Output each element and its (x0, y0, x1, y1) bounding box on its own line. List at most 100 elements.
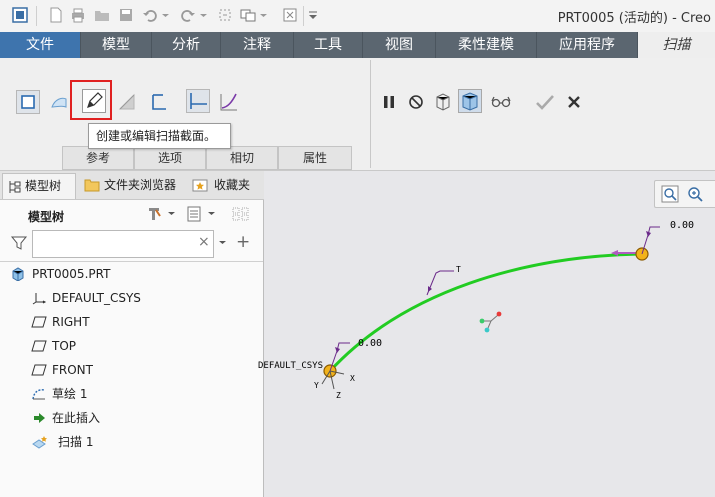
constant-section-icon (190, 93, 207, 109)
columns-icon[interactable] (232, 206, 250, 222)
show-options-icon[interactable] (186, 206, 202, 222)
tab-analysis[interactable]: 分析 (152, 32, 221, 58)
insert-here-arrow-icon (34, 413, 45, 423)
tree-row-insert-here[interactable]: 在此插入 (0, 406, 263, 430)
variable-section-icon[interactable] (218, 91, 240, 113)
customize-toolbar-icon[interactable] (308, 7, 318, 23)
open-folder-icon[interactable] (94, 7, 110, 23)
tab-view[interactable]: 视图 (363, 32, 436, 58)
feature-preview-button[interactable] (458, 89, 482, 113)
cancel-x-icon[interactable] (563, 91, 585, 113)
part-icon (12, 267, 24, 281)
refit-icon[interactable] (661, 185, 679, 203)
model-tree-header: 模型树 (28, 210, 65, 224)
sweep-feature-icon (32, 436, 47, 449)
tab-file[interactable]: 文件 (0, 32, 81, 58)
windows-icon[interactable] (240, 7, 256, 23)
tree-row-part[interactable]: PRT0005.PRT (0, 262, 263, 286)
tab-model-tree[interactable]: 模型树 (2, 173, 76, 199)
view-toolbar (654, 180, 715, 208)
clear-filter-icon[interactable]: × (198, 234, 210, 250)
datum-plane-icon (31, 364, 47, 376)
separator (36, 6, 37, 26)
undo-dropdown-icon[interactable] (161, 7, 170, 23)
app-window-icon[interactable] (12, 7, 28, 23)
tab-sweep[interactable]: 扫描 (638, 32, 715, 58)
model-view (321, 226, 660, 390)
print-icon[interactable] (70, 7, 86, 23)
tree-row-sweep[interactable]: 扫描 1 (0, 430, 263, 454)
group-properties[interactable]: 属性 (278, 146, 352, 170)
windows-dropdown-icon[interactable] (259, 7, 268, 23)
tab-tools[interactable]: 工具 (294, 32, 363, 58)
tree-row-label: RIGHT (52, 315, 90, 329)
tab-favorites-label: 收藏夹 (214, 178, 251, 192)
sweep-trajectory[interactable] (328, 252, 643, 373)
tree-row-sketch[interactable]: 草绘 1 (0, 382, 263, 406)
model-tree-panel: 模型树 × + PRT0005.PRT DEFAULT_CSYS RIGHT T… (0, 200, 264, 497)
feature-preview-icon (462, 92, 478, 111)
solid-button[interactable] (16, 90, 40, 114)
end-dimension[interactable]: 0.00 (670, 220, 694, 231)
add-filter-icon[interactable]: + (236, 232, 250, 252)
tab-folder-browser[interactable]: 文件夹浏览器 (80, 173, 180, 198)
filter-icon[interactable] (10, 234, 28, 252)
regenerate-icon[interactable] (217, 7, 233, 23)
window-title: PRT0005 (活动的) - Creo (557, 11, 711, 26)
save-icon[interactable] (118, 7, 134, 23)
tree-row-label: 草绘 1 (52, 387, 88, 401)
datum-plane-icon (31, 316, 47, 328)
tab-applications[interactable]: 应用程序 (537, 32, 638, 58)
group-references[interactable]: 参考 (62, 146, 134, 170)
show-dropdown-icon[interactable] (207, 210, 216, 218)
close-window-icon[interactable] (282, 7, 298, 23)
remove-material-icon[interactable] (116, 91, 138, 113)
filter-dropdown-icon[interactable] (218, 239, 227, 247)
settings-dropdown-icon[interactable] (167, 210, 176, 218)
datum-plane-icon (31, 340, 47, 352)
view-triad (479, 311, 502, 333)
tree-row-front[interactable]: FRONT (0, 358, 263, 382)
verify-glasses-icon[interactable] (490, 91, 512, 113)
create-section-button[interactable] (82, 89, 106, 113)
trajectory-origin-label: T (456, 265, 461, 274)
redo-icon[interactable] (180, 7, 196, 23)
thicken-icon[interactable] (148, 91, 170, 113)
tree-row-csys[interactable]: DEFAULT_CSYS (0, 286, 263, 310)
start-dimension[interactable]: 0.00 (358, 338, 382, 349)
tree-row-right[interactable]: RIGHT (0, 310, 263, 334)
pause-icon[interactable] (378, 91, 400, 113)
tree-row-label: PRT0005.PRT (32, 267, 111, 281)
solid-icon (21, 95, 35, 109)
filter-input[interactable]: × (32, 230, 214, 258)
sketch-icon (32, 389, 46, 400)
tree-row-label: DEFAULT_CSYS (52, 291, 141, 305)
no-preview-icon[interactable] (405, 91, 427, 113)
tab-annotate[interactable]: 注释 (221, 32, 294, 58)
axis-z-label: Z (336, 391, 341, 400)
apply-checkmark-icon[interactable] (534, 91, 556, 113)
zoom-in-icon[interactable] (686, 185, 704, 203)
tree-row-top[interactable]: TOP (0, 334, 263, 358)
group-tangency[interactable]: 相切 (206, 146, 278, 170)
tab-flexible-modeling[interactable]: 柔性建模 (436, 32, 537, 58)
settings-tools-icon[interactable] (146, 206, 162, 222)
tree-row-label: 在此插入 (52, 411, 101, 425)
ribbon-tab-bar: 文件 模型 分析 注释 工具 视图 柔性建模 应用程序 扫描 (0, 32, 715, 58)
tab-model-tree-label: 模型树 (25, 179, 62, 193)
undo-icon[interactable] (142, 7, 158, 23)
new-file-icon[interactable] (48, 7, 64, 23)
geometry-preview-icon[interactable] (432, 91, 454, 113)
group-options[interactable]: 选项 (134, 146, 206, 170)
csys-icon (32, 293, 47, 305)
separator (303, 6, 304, 26)
sweep-ribbon: 参考 选项 相切 属性 (0, 58, 715, 171)
ribbon-separator (370, 60, 371, 168)
graphics-window[interactable]: 0.00 0.00 T DEFAULT_CSYS X Y Z (258, 171, 715, 497)
constant-section-button[interactable] (186, 89, 210, 113)
tab-model[interactable]: 模型 (81, 32, 152, 58)
surface-icon[interactable] (48, 91, 70, 113)
tab-favorites[interactable]: 收藏夹 (186, 173, 258, 198)
redo-dropdown-icon[interactable] (199, 7, 208, 23)
tree-row-label: TOP (52, 339, 77, 353)
